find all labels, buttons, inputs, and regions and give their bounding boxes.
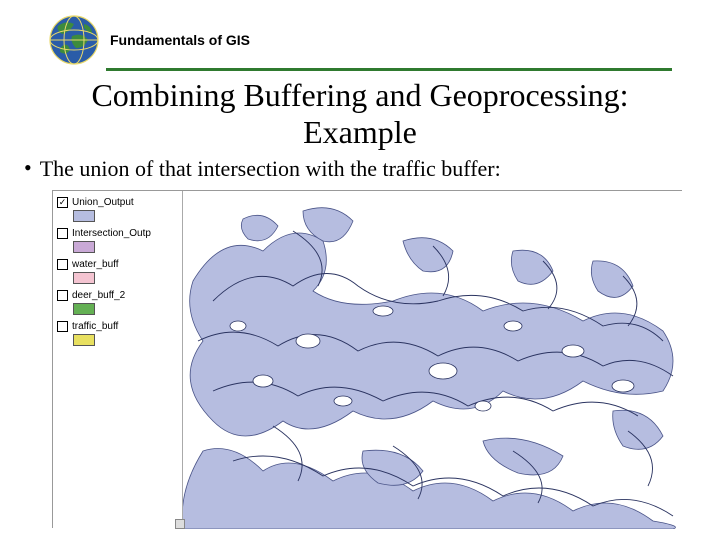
legend-checkbox[interactable] bbox=[57, 321, 68, 332]
header-underline bbox=[106, 68, 672, 71]
bullet-row: • The union of that intersection with th… bbox=[24, 155, 696, 183]
header-title: Fundamentals of GIS bbox=[110, 32, 250, 48]
legend-label: traffic_buff bbox=[72, 321, 118, 332]
legend-label: Intersection_Outp bbox=[72, 228, 151, 239]
legend-swatch bbox=[73, 334, 95, 346]
legend-item: deer_buff_2 bbox=[57, 290, 178, 315]
legend-item: traffic_buff bbox=[57, 321, 178, 346]
legend-swatch bbox=[73, 303, 95, 315]
resize-handle-icon[interactable] bbox=[175, 519, 185, 529]
globe-icon bbox=[48, 14, 100, 66]
map-canvas bbox=[183, 191, 683, 529]
legend-swatch bbox=[73, 272, 95, 284]
legend-panel: ✓ Union_Output Intersection_Outp water_b… bbox=[53, 191, 183, 529]
legend-item: ✓ Union_Output bbox=[57, 197, 178, 222]
figure-area: ✓ Union_Output Intersection_Outp water_b… bbox=[52, 190, 682, 528]
slide-title: Combining Buffering and Geoprocessing: E… bbox=[40, 77, 680, 151]
legend-swatch bbox=[73, 210, 95, 222]
legend-label: Union_Output bbox=[72, 197, 134, 208]
legend-label: deer_buff_2 bbox=[72, 290, 125, 301]
bullet-dot: • bbox=[24, 155, 32, 181]
legend-item: water_buff bbox=[57, 259, 178, 284]
legend-checkbox[interactable] bbox=[57, 228, 68, 239]
legend-item: Intersection_Outp bbox=[57, 228, 178, 253]
legend-label: water_buff bbox=[72, 259, 119, 270]
legend-checkbox[interactable]: ✓ bbox=[57, 197, 68, 208]
legend-swatch bbox=[73, 241, 95, 253]
legend-checkbox[interactable] bbox=[57, 290, 68, 301]
header: Fundamentals of GIS bbox=[0, 0, 720, 66]
bullet-text: The union of that intersection with the … bbox=[40, 155, 501, 183]
legend-checkbox[interactable] bbox=[57, 259, 68, 270]
